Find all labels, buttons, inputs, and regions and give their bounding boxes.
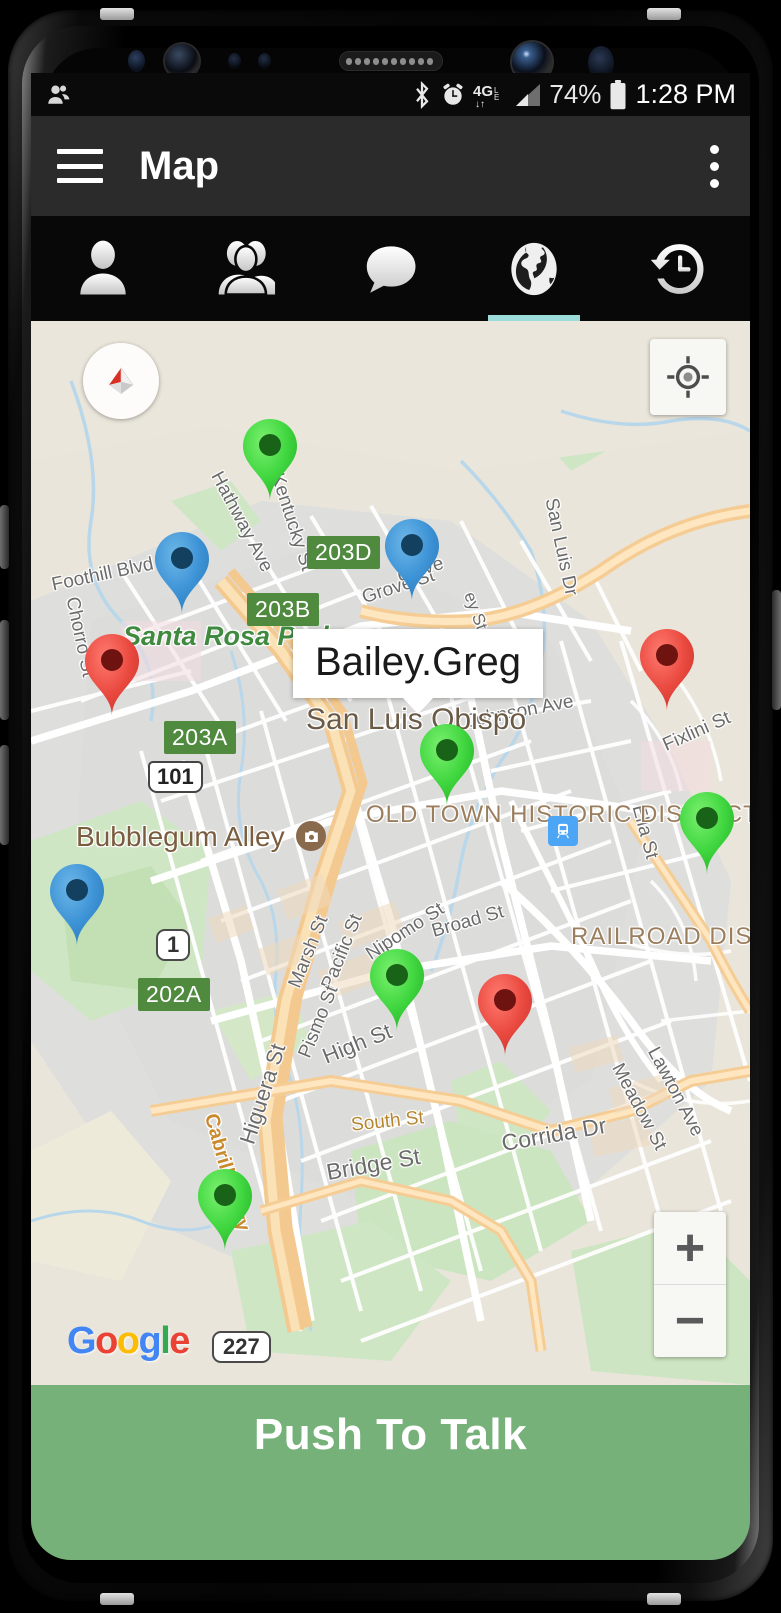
status-bar: 4G L E ↓↑ 74% 1:28 PM (31, 73, 750, 116)
google-logo: Google (67, 1320, 190, 1362)
earpiece-speaker (339, 51, 443, 71)
person-icon (69, 235, 137, 303)
zoom-in-button[interactable]: + (654, 1212, 726, 1284)
tab-map[interactable] (462, 216, 606, 321)
phone-device: 4G L E ↓↑ 74% 1:28 PM Map + − Hathway Av… (0, 0, 781, 1613)
contacts-icon (45, 81, 73, 109)
volume-down-button[interactable] (0, 745, 9, 845)
proximity-sensor-icon (228, 53, 241, 69)
antenna-band-bottom-right (647, 1593, 681, 1605)
power-button[interactable] (772, 590, 781, 710)
status-bar-icons: 4G L E ↓↑ 74% 1:28 PM (411, 79, 736, 110)
volume-up-button[interactable] (0, 620, 9, 720)
overflow-menu-icon[interactable] (710, 144, 724, 188)
bluetooth-icon (411, 80, 433, 110)
route-shield: 202A (138, 978, 210, 1011)
marker-info-window[interactable]: Bailey.Greg (293, 629, 544, 714)
route-shield: 203A (164, 721, 236, 754)
light-sensor-icon (258, 53, 271, 69)
antenna-band-top-right (647, 8, 681, 20)
iris-scanner-icon (128, 50, 145, 72)
alarm-icon (440, 81, 466, 109)
bixby-button[interactable] (0, 505, 9, 569)
phone-screen: 4G L E ↓↑ 74% 1:28 PM Map + − Hathway Av… (31, 73, 750, 1485)
train-station-icon[interactable] (548, 816, 578, 846)
map-marker-green[interactable] (676, 789, 738, 875)
status-bar-notifications (45, 81, 73, 109)
tab-groups[interactable] (175, 216, 319, 321)
photo-poi-icon[interactable] (296, 821, 326, 851)
map-view[interactable]: + − Hathway Ave Kentucky St Foothill Blv… (31, 321, 750, 1385)
push-to-talk-button[interactable]: Push To Talk (31, 1385, 750, 1485)
route-shield: 1 (156, 929, 191, 961)
map-tiles (31, 321, 750, 1385)
history-clock-icon (644, 235, 712, 303)
svg-text:↓↑: ↓↑ (475, 99, 485, 109)
globe-icon (500, 235, 568, 303)
clock-label: 1:28 PM (635, 79, 736, 109)
tab-bar (31, 216, 750, 321)
battery-percent-label: 74% (549, 79, 602, 109)
tab-contacts[interactable] (31, 216, 175, 321)
push-to-talk-label: Push To Talk (253, 1410, 528, 1459)
tab-history[interactable] (606, 216, 750, 321)
chat-bubble-icon (356, 235, 424, 303)
hamburger-menu-icon[interactable] (57, 149, 103, 183)
battery-icon (608, 79, 628, 110)
route-shield: 227 (212, 1331, 271, 1363)
svg-text:4G: 4G (473, 83, 493, 100)
map-marker-blue[interactable] (46, 861, 108, 947)
map-marker-green[interactable] (239, 416, 301, 502)
route-shield: 203D (307, 536, 380, 569)
map-marker-red[interactable] (636, 626, 698, 712)
page-title: Map (139, 143, 219, 188)
app-bar: Map (31, 116, 750, 216)
antenna-band-top-left (100, 8, 134, 20)
push-to-talk-extension[interactable] (31, 1485, 750, 1560)
antenna-band-bottom-left (100, 1593, 134, 1605)
zoom-controls: + − (654, 1212, 726, 1357)
route-shield: 101 (148, 761, 203, 793)
info-window-label: Bailey.Greg (315, 640, 522, 684)
map-marker-red[interactable] (81, 631, 143, 717)
my-location-crosshair-icon[interactable] (650, 339, 726, 415)
route-shield: 203B (247, 593, 319, 626)
4g-lte-icon: 4G L E ↓↑ (473, 81, 507, 109)
tab-chat[interactable] (319, 216, 463, 321)
signal-strength-icon (514, 82, 542, 108)
map-marker-blue[interactable] (151, 529, 213, 615)
map-marker-green[interactable] (366, 946, 428, 1032)
svg-text:E: E (494, 93, 499, 102)
group-icon (213, 235, 281, 303)
map-marker-green[interactable] (194, 1166, 256, 1252)
map-marker-red[interactable] (474, 971, 536, 1057)
map-marker-green-selected[interactable] (416, 721, 478, 807)
map-marker-blue[interactable] (381, 516, 443, 602)
zoom-out-button[interactable]: − (654, 1285, 726, 1357)
compass-icon[interactable] (83, 343, 159, 419)
